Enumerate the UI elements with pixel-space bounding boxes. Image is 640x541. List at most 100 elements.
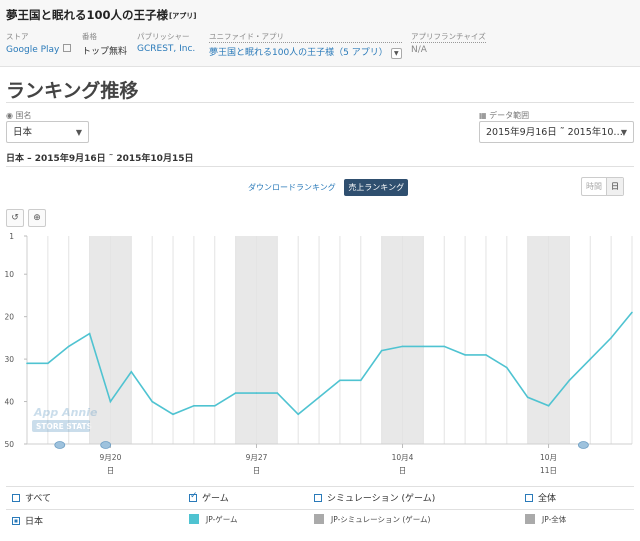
data-point <box>318 396 320 399</box>
data-point <box>568 379 571 382</box>
meta-rank: 番格 トップ無料 <box>82 31 127 57</box>
series-swatch <box>525 514 535 524</box>
legend-series-overall[interactable]: JP-全体 <box>525 514 566 525</box>
app-type-tag: [アプリ] <box>169 12 197 20</box>
legend-overall-label[interactable]: 全体 <box>538 494 556 504</box>
legend-country-label[interactable]: 日本 <box>25 517 43 527</box>
data-point <box>193 404 195 407</box>
legend-game[interactable]: ゲーム <box>189 491 229 504</box>
legend-category-row: すべて ゲーム シミュレーション (ゲーム) 全体 <box>6 487 634 509</box>
data-point <box>589 358 592 360</box>
unified-link[interactable]: 夢王国と眠れる100人の王子様（5 アプリ） ▼ <box>209 45 402 59</box>
granularity-hourly[interactable]: 時間 <box>582 178 606 195</box>
reset-zoom-button[interactable]: ↺ <box>6 209 24 227</box>
series-swatch <box>189 514 199 524</box>
x-tick-label: 9月27 <box>246 453 268 462</box>
checkbox[interactable] <box>314 494 322 502</box>
store-value[interactable]: Google Play <box>6 45 59 55</box>
country-select-value[interactable]: 日本 <box>13 127 32 138</box>
legend-series-simulation-label[interactable]: JP-シミュレーション (ゲーム) <box>331 515 431 524</box>
tab-revenue-ranking[interactable]: 売上ランキング <box>344 179 409 196</box>
data-point <box>297 413 300 416</box>
data-point <box>67 345 70 348</box>
caret-down-icon[interactable]: ▼ <box>621 122 627 144</box>
data-point <box>47 362 49 365</box>
external-link-icon[interactable] <box>63 44 72 52</box>
y-tick-label: 40 <box>4 398 14 407</box>
watermark-line2: STORE STATS <box>36 422 92 431</box>
unified-value[interactable]: 夢王国と眠れる100人の王子様（5 アプリ） <box>209 48 388 58</box>
zoom-button[interactable]: ⊕ <box>28 209 46 227</box>
data-point <box>26 362 28 365</box>
ranking-chart: 1 10 20 30 40 50 9月20 日 9月27 日 10月4 日 10月 11日 App An… <box>4 232 633 475</box>
checkbox[interactable] <box>525 494 533 502</box>
event-marker <box>54 441 66 449</box>
x-tick-sublabel: 日 <box>399 466 407 475</box>
legend-simulation[interactable]: シミュレーション (ゲーム) <box>314 491 435 504</box>
franchise-label: アプリフランチャイズ <box>411 32 486 43</box>
legend-series-simulation[interactable]: JP-シミュレーション (ゲーム) <box>314 514 431 525</box>
publisher-label: パブリッシャー <box>137 32 190 41</box>
range-title: 日本 – 2015年9月16日 ˜ 2015年10月15日 <box>6 154 194 164</box>
data-point <box>380 349 383 352</box>
data-point <box>339 379 341 382</box>
data-point <box>526 396 529 399</box>
publisher-link[interactable]: GCREST, Inc. <box>137 44 195 54</box>
data-point <box>464 354 466 356</box>
meta-store: ストア Google Play <box>6 31 72 55</box>
checkbox[interactable] <box>12 494 20 502</box>
legend-simulation-label[interactable]: シミュレーション (ゲーム) <box>327 494 435 504</box>
legend-series-game[interactable]: JP-ゲーム <box>189 514 238 525</box>
legend-overall[interactable]: 全体 <box>525 491 556 504</box>
series-swatch <box>314 514 324 524</box>
country-label-text: 国名 <box>15 111 32 120</box>
event-marker <box>100 441 112 449</box>
data-point <box>276 392 279 394</box>
y-tick-label: 20 <box>4 313 14 322</box>
ranking-tabs: ダウンロードランキング 売上ランキング <box>244 179 409 196</box>
data-point <box>130 371 133 373</box>
chevron-down-icon[interactable]: ▼ <box>390 48 402 59</box>
legend-all-label[interactable]: すべて <box>25 494 51 504</box>
data-point <box>172 413 174 416</box>
radio-selected[interactable] <box>12 517 20 525</box>
x-tick-sublabel: 日 <box>253 466 261 475</box>
rank-value: トップ無料 <box>82 47 128 57</box>
data-point <box>547 404 550 407</box>
legend-series-game-label[interactable]: JP-ゲーム <box>206 515 238 524</box>
x-tick-sublabel: 日 <box>107 466 115 475</box>
x-tick-label: 9月20 <box>100 453 122 462</box>
meta-publisher: パブリッシャー GCREST, Inc. <box>137 31 195 54</box>
x-axis: 9月20 日 9月27 日 10月4 日 10月 11日 <box>100 444 557 475</box>
date-range-value[interactable]: 2015年9月16日 ˜ 2015年10… <box>486 127 623 138</box>
data-point <box>631 311 633 314</box>
granularity-daily[interactable]: 日 <box>606 178 623 195</box>
rank-label: 番格 <box>82 32 97 41</box>
data-point <box>422 345 425 348</box>
country-select[interactable]: 日本 ▼ <box>6 121 89 143</box>
legend-country[interactable]: 日本 <box>12 514 43 527</box>
store-link[interactable]: Google Play <box>6 44 72 55</box>
granularity-toggle: 時間 日 <box>581 177 624 196</box>
data-point <box>255 392 258 394</box>
data-point <box>506 366 508 369</box>
undo-icon[interactable]: ↺ <box>11 213 19 223</box>
legend-all[interactable]: すべて <box>12 491 51 504</box>
checkbox-checked[interactable] <box>189 491 198 502</box>
y-tick-label: 10 <box>4 270 14 279</box>
event-marker <box>578 441 589 449</box>
x-tick-label: 10月 <box>540 453 557 462</box>
legend-series-overall-label[interactable]: JP-全体 <box>542 515 566 524</box>
y-tick-label: 30 <box>4 355 14 364</box>
meta-unified: ユニファイド・アプリ 夢王国と眠れる100人の王子様（5 アプリ） ▼ <box>209 31 402 59</box>
caret-down-icon[interactable]: ▼ <box>76 122 82 144</box>
zoom-icon[interactable]: ⊕ <box>33 213 41 223</box>
date-range-select[interactable]: 2015年9月16日 ˜ 2015年10… ▼ <box>479 121 634 143</box>
legend-game-label[interactable]: ゲーム <box>202 494 229 504</box>
date-label-text: データ範囲 <box>489 111 530 120</box>
data-point <box>234 392 237 394</box>
data-point <box>610 337 612 339</box>
tab-download-ranking[interactable]: ダウンロードランキング <box>244 179 340 196</box>
data-point <box>151 400 153 403</box>
data-point <box>443 345 446 348</box>
